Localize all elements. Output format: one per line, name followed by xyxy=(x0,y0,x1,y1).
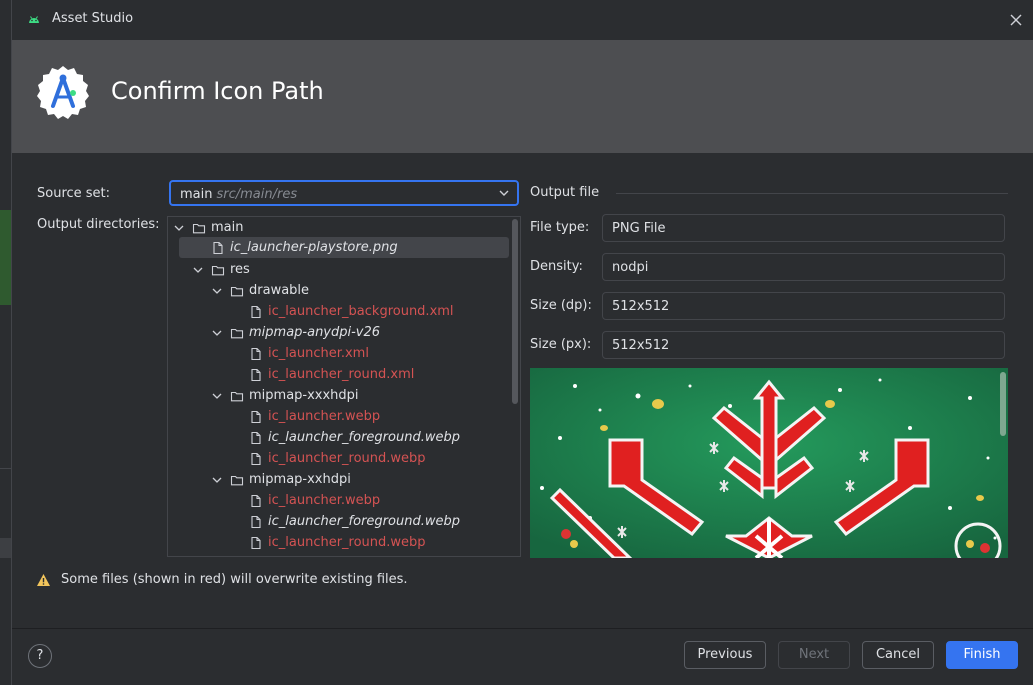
close-icon[interactable] xyxy=(1006,10,1026,30)
warning-icon xyxy=(37,573,50,586)
folder-icon xyxy=(230,286,244,296)
tree-node-xxhdpi[interactable]: mipmap-xxhdpi xyxy=(210,469,351,490)
tree-label: mipmap-xxxhdpi xyxy=(249,388,359,403)
chevron-down-icon xyxy=(212,477,222,483)
tree-node-drawable[interactable]: drawable xyxy=(210,280,309,301)
file-icon xyxy=(251,536,261,549)
window-title: Asset Studio xyxy=(52,11,134,26)
file-icon xyxy=(251,494,261,507)
tree-node-main[interactable]: main xyxy=(172,217,243,238)
chevron-down-icon xyxy=(193,267,203,273)
tree-label: ic_launcher.webp xyxy=(268,409,381,424)
chevron-down-icon xyxy=(212,393,222,399)
tree-node-xxxhdpi[interactable]: mipmap-xxxhdpi xyxy=(210,385,359,406)
file-icon xyxy=(251,410,261,423)
icon-preview-image xyxy=(530,368,1008,558)
preview-scrollbar[interactable] xyxy=(1000,372,1006,436)
header-banner: Confirm Icon Path xyxy=(12,40,1033,153)
tree-scrollbar[interactable] xyxy=(510,217,520,556)
source-set-dropdown[interactable]: main src/main/res xyxy=(169,180,519,206)
tree-node-xxhdpi-launcher[interactable]: ic_launcher.webp xyxy=(249,490,380,511)
tree-node-xxhdpi-foreground[interactable]: ic_launcher_foreground.webp xyxy=(249,511,460,532)
tree-node-xxxhdpi-round[interactable]: ic_launcher_round.webp xyxy=(249,448,426,469)
tree-node-res[interactable]: res xyxy=(191,259,250,280)
source-set-value: main src/main/res xyxy=(180,187,297,202)
size-dp-label: Size (dp): xyxy=(530,298,592,313)
next-button[interactable]: Next xyxy=(778,641,850,669)
tree-node-playstore[interactable]: ic_launcher-playstore.png xyxy=(211,237,398,258)
tree-label: mipmap-xxhdpi xyxy=(249,472,351,487)
tree-node-anydpi[interactable]: mipmap-anydpi-v26 xyxy=(210,322,380,343)
output-directories-label: Output directories: xyxy=(37,217,160,232)
file-icon xyxy=(251,452,261,465)
density-field: nodpi xyxy=(602,253,1005,281)
file-type-field: PNG File xyxy=(602,214,1005,242)
tree-label: ic_launcher-playstore.png xyxy=(230,240,398,255)
density-label: Density: xyxy=(530,259,583,274)
android-studio-logo-icon xyxy=(37,66,89,119)
tree-node-drawable-bg[interactable]: ic_launcher_background.xml xyxy=(249,301,454,322)
previous-button[interactable]: Previous xyxy=(684,641,766,669)
density-value: nodpi xyxy=(612,260,649,275)
tree-label: mipmap-anydpi-v26 xyxy=(249,325,381,340)
size-px-value: 512x512 xyxy=(612,338,670,353)
tree-node-xxxhdpi-foreground[interactable]: ic_launcher_foreground.webp xyxy=(249,427,460,448)
tree-label: ic_launcher_background.xml xyxy=(268,304,454,319)
page-title: Confirm Icon Path xyxy=(111,77,324,105)
file-icon xyxy=(251,305,261,318)
tree-label: res xyxy=(230,262,250,277)
tree-node-xxhdpi-round[interactable]: ic_launcher_round.webp xyxy=(249,532,426,553)
section-divider xyxy=(616,193,1008,194)
file-icon xyxy=(251,347,261,360)
size-dp-field: 512x512 xyxy=(602,292,1005,320)
tree-label: ic_launcher_round.xml xyxy=(268,367,415,382)
tree-label: ic_launcher_foreground.webp xyxy=(268,430,460,445)
title-bar: Asset Studio xyxy=(12,0,1033,40)
folder-icon xyxy=(192,223,206,233)
chevron-down-icon xyxy=(212,330,222,336)
output-file-section-title: Output file xyxy=(530,185,600,200)
file-icon xyxy=(251,368,261,381)
tree-node-anydpi-launcher[interactable]: ic_launcher.xml xyxy=(249,343,369,364)
chevron-down-icon xyxy=(212,288,222,294)
tree-label: main xyxy=(211,220,244,235)
warning-text: Some files (shown in red) will overwrite… xyxy=(61,572,408,587)
chevron-down-icon xyxy=(499,190,509,196)
file-icon xyxy=(251,515,261,528)
file-type-label: File type: xyxy=(530,220,590,235)
file-icon xyxy=(213,241,223,254)
help-button[interactable]: ? xyxy=(28,644,52,668)
tree-scrollbar-thumb[interactable] xyxy=(512,219,518,404)
footer-divider xyxy=(12,628,1033,629)
tree-label: ic_launcher_round.webp xyxy=(268,535,426,550)
size-px-label: Size (px): xyxy=(530,337,592,352)
source-set-label: Source set: xyxy=(37,186,111,201)
asset-studio-dialog: Asset Studio Confirm Icon Path Source se… xyxy=(11,0,1033,685)
tree-label: ic_launcher_round.webp xyxy=(268,451,426,466)
size-dp-value: 512x512 xyxy=(612,299,670,314)
tree-label: ic_launcher.xml xyxy=(268,346,369,361)
file-icon xyxy=(251,431,261,444)
file-type-value: PNG File xyxy=(612,221,666,236)
folder-icon xyxy=(230,328,244,338)
finish-button[interactable]: Finish xyxy=(946,641,1018,669)
cancel-button[interactable]: Cancel xyxy=(862,641,934,669)
source-set-path-hint: src/main/res xyxy=(216,187,298,202)
overwrite-warning: Some files (shown in red) will overwrite… xyxy=(36,572,408,587)
output-directories-tree[interactable]: main ic_launcher-playstore.png res drawa… xyxy=(167,216,521,557)
tree-label: ic_launcher.webp xyxy=(268,493,381,508)
folder-icon xyxy=(211,265,225,275)
tree-label: ic_launcher_foreground.webp xyxy=(268,514,460,529)
tree-node-xxxhdpi-launcher[interactable]: ic_launcher.webp xyxy=(249,406,380,427)
tree-node-anydpi-round[interactable]: ic_launcher_round.xml xyxy=(249,364,414,385)
size-px-field: 512x512 xyxy=(602,331,1005,359)
android-icon xyxy=(29,16,39,23)
tree-label: drawable xyxy=(249,283,310,298)
folder-icon xyxy=(230,475,244,485)
source-set-name: main xyxy=(180,187,213,202)
icon-preview xyxy=(530,368,1008,558)
folder-icon xyxy=(230,391,244,401)
chevron-down-icon xyxy=(174,225,184,231)
